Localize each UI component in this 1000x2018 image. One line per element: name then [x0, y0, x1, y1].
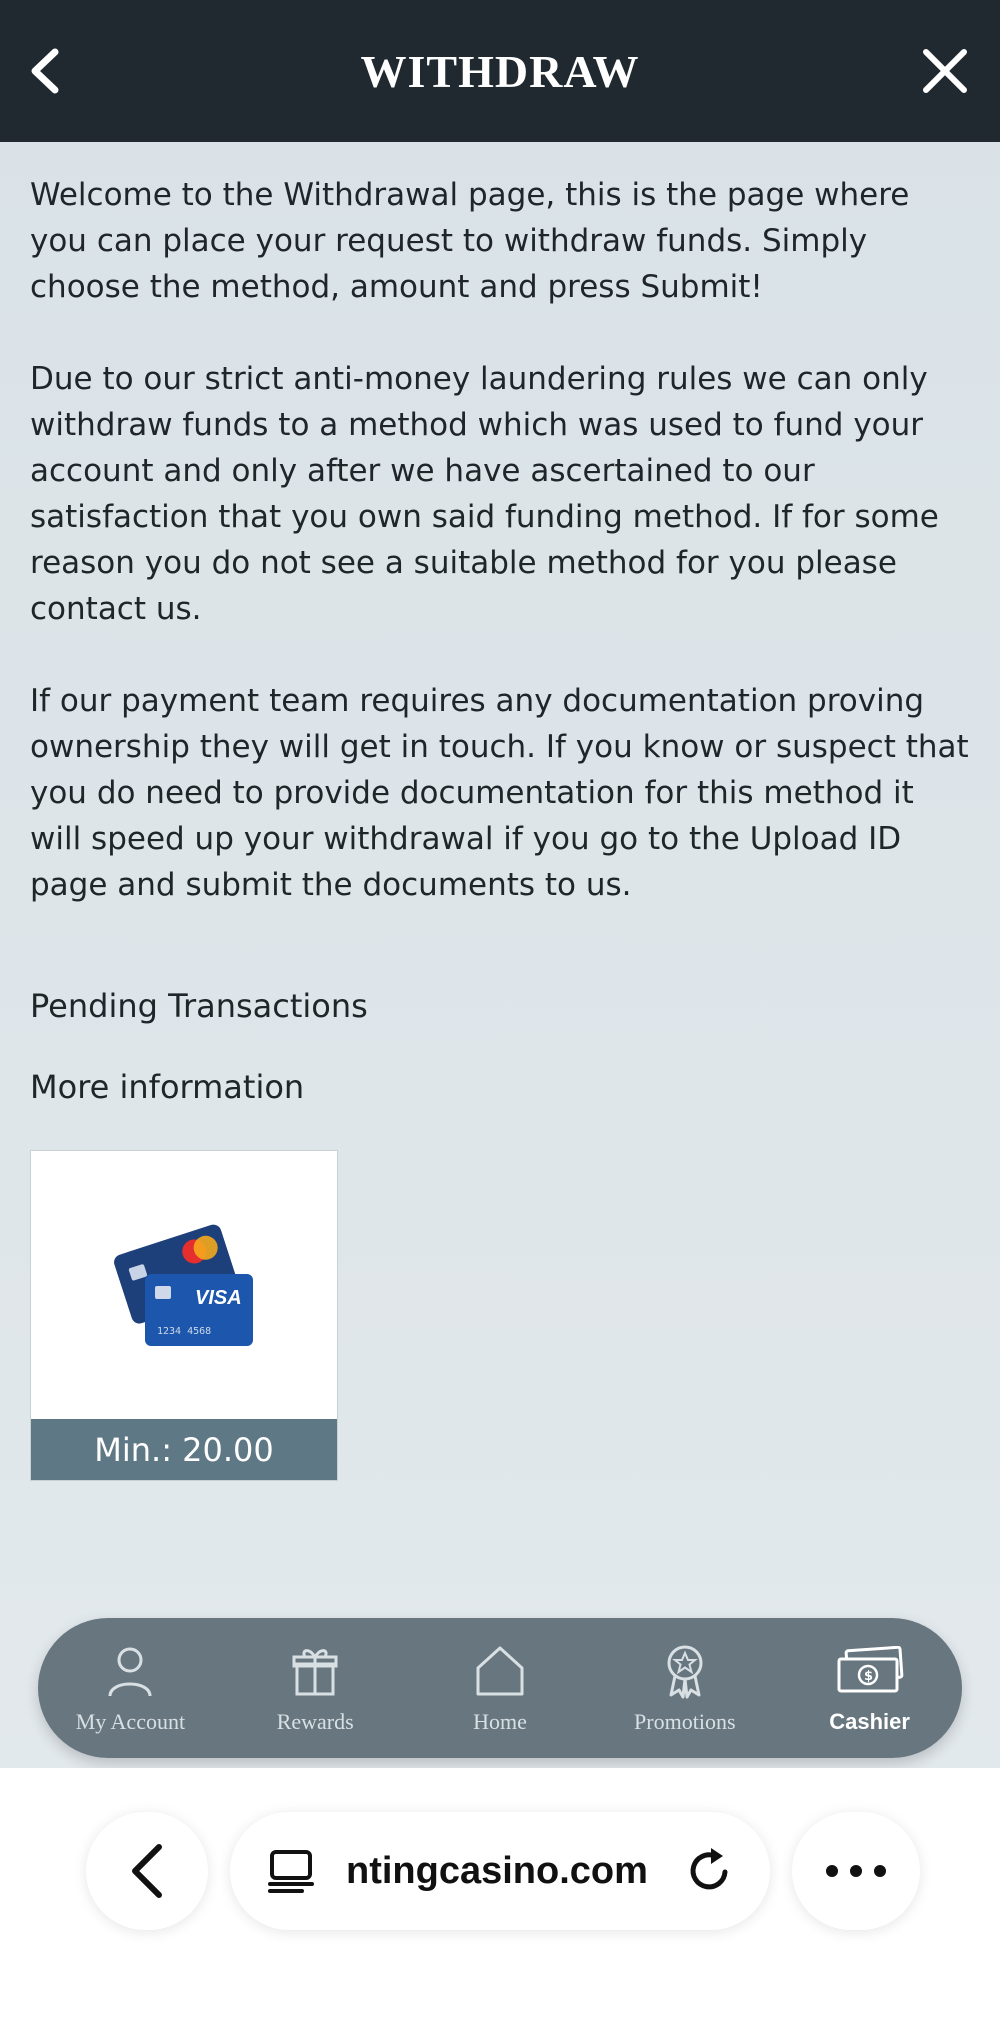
payment-method-card[interactable]: VISA 1234 4568 Min.: 20.00 [30, 1150, 338, 1481]
header-bar: WITHDRAW [0, 0, 1000, 142]
award-icon [667, 1645, 703, 1699]
minimum-amount-label: Min.: 20.00 [31, 1419, 337, 1480]
tab-label: Home [473, 1709, 527, 1734]
home-icon [476, 1646, 524, 1696]
tabs-icon [268, 1850, 314, 1893]
url-text: ntingcasino.com [346, 1849, 648, 1892]
close-icon [923, 49, 967, 93]
user-icon [108, 1647, 152, 1697]
tab-label: Promotions [634, 1709, 736, 1734]
tab-my-account[interactable]: My Account [45, 1641, 215, 1735]
browser-back-button[interactable] [86, 1812, 208, 1930]
chevron-left-icon [132, 1844, 162, 1898]
intro-paragraph: Welcome to the Withdrawal page, this is … [30, 177, 910, 305]
browser-more-button[interactable] [792, 1812, 920, 1930]
tab-label: My Account [75, 1709, 186, 1734]
address-bar[interactable]: ntingcasino.com [230, 1812, 770, 1930]
more-options-icon [826, 1865, 886, 1877]
visa-label: VISA [195, 1287, 242, 1309]
pending-transactions-link[interactable]: Pending Transactions [30, 986, 970, 1026]
tab-home[interactable]: Home [415, 1641, 585, 1735]
gift-icon [292, 1649, 338, 1696]
tab-cashier[interactable]: $ Cashier [785, 1641, 955, 1735]
back-button[interactable] [10, 36, 80, 106]
aml-paragraph: Due to our strict anti-money laundering … [30, 361, 939, 627]
close-button[interactable] [910, 36, 980, 106]
bottom-tab-bar: My Account Rewards Home Promotions $ Cas… [38, 1618, 962, 1758]
chevron-left-icon [31, 48, 59, 94]
page-title: WITHDRAW [360, 45, 640, 97]
more-information-link[interactable]: More information [30, 1067, 970, 1107]
credit-cards-icon: VISA 1234 4568 [114, 1224, 253, 1346]
documents-paragraph: If our payment team requires any documen… [30, 683, 969, 903]
tab-promotions[interactable]: Promotions [600, 1641, 770, 1735]
withdraw-content: Welcome to the Withdrawal page, this is … [30, 142, 970, 1107]
reload-icon[interactable] [685, 1846, 735, 1896]
svg-text:$: $ [864, 1669, 873, 1684]
cash-icon: $ [837, 1646, 903, 1693]
tab-rewards[interactable]: Rewards [230, 1641, 400, 1735]
browser-toolbar: ntingcasino.com [0, 1768, 1000, 2018]
tab-label: Rewards [276, 1709, 354, 1734]
card-number-text: 1234 4568 [157, 1326, 211, 1337]
tab-label: Cashier [829, 1709, 910, 1734]
